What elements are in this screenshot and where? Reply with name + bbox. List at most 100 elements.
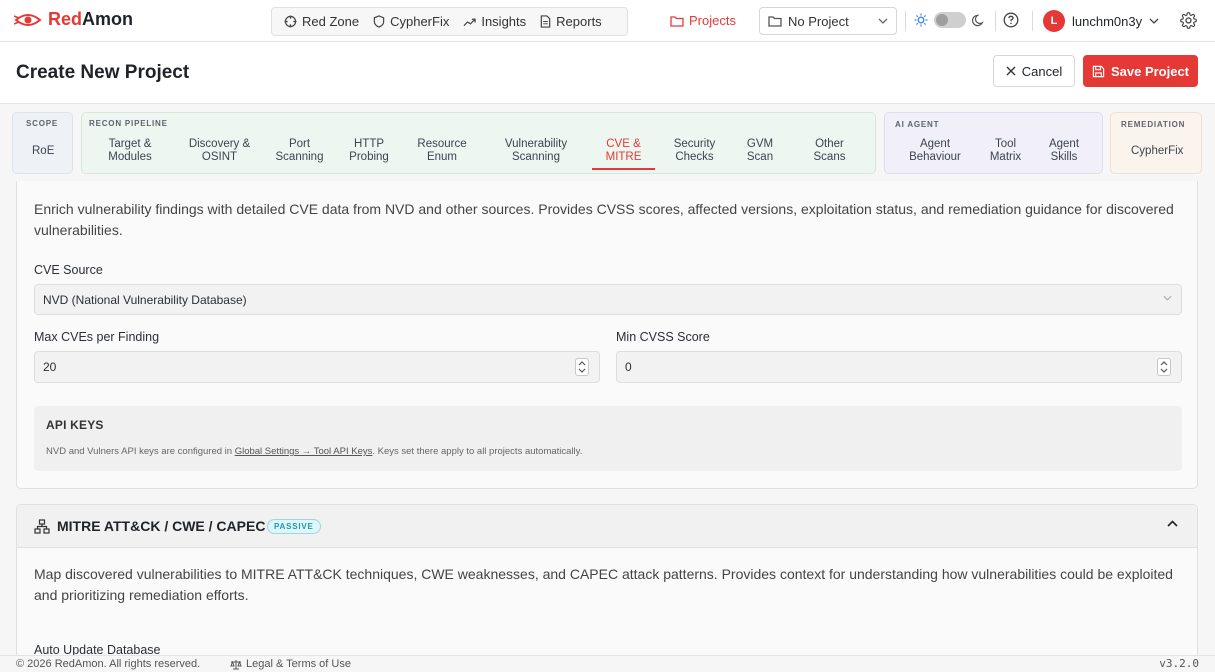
- user-menu[interactable]: L lunchm0n3y: [1043, 10, 1159, 32]
- tab-security-checks[interactable]: Security Checks: [667, 138, 722, 164]
- tab-label-line: Skills: [1050, 151, 1078, 163]
- tab-label-line: Probing: [349, 151, 389, 163]
- file-text-icon: [540, 15, 551, 28]
- tab-label-line: Tool: [994, 138, 1017, 150]
- max-cves-label: Max CVEs per Finding: [34, 330, 160, 344]
- close-icon: [1006, 66, 1016, 76]
- tab-http-probing[interactable]: HTTP Probing: [344, 138, 394, 164]
- shield-icon: [373, 15, 385, 28]
- nav-cypherfix[interactable]: CypherFix: [373, 14, 449, 29]
- main-content[interactable]: Enrich vulnerability findings with detai…: [0, 181, 1215, 655]
- tab-label-line: MITRE: [605, 151, 642, 163]
- theme-switcher: [914, 12, 985, 28]
- tab-vulnerability-scanning[interactable]: Vulnerability Scanning: [496, 138, 576, 164]
- folder-icon: [670, 15, 684, 27]
- avatar: L: [1043, 10, 1065, 32]
- auto-update-label: Auto Update Database: [34, 643, 161, 655]
- chevron-up-icon[interactable]: [1167, 520, 1178, 527]
- tab-cypherfix[interactable]: CypherFix: [1131, 145, 1183, 158]
- mitre-card-header[interactable]: MITRE ATT&CK / CWE / CAPEC PASSIVE: [17, 505, 1197, 548]
- max-cves-value: 20: [43, 360, 57, 374]
- tab-discovery-osint[interactable]: Discovery & OSINT: [182, 138, 257, 164]
- passive-badge: PASSIVE: [267, 519, 321, 534]
- tab-resource-enum[interactable]: Resource Enum: [412, 138, 472, 164]
- tab-label-line: Security: [673, 138, 716, 150]
- save-project-button[interactable]: Save Project: [1083, 55, 1198, 87]
- tab-group-label: AI AGENT: [895, 120, 940, 129]
- tab-label-line: Matrix: [989, 151, 1022, 163]
- page-header: Create New Project Cancel Save Project: [0, 42, 1215, 104]
- mitre-description: Map discovered vulnerabilities to MITRE …: [34, 566, 1173, 603]
- tab-label-line: Target &: [108, 138, 152, 150]
- nav-reports-label: Reports: [556, 14, 602, 29]
- chevron-down-icon: [1163, 295, 1172, 301]
- app-version: v3.2.0: [1159, 657, 1199, 670]
- chevron-down-icon: [1149, 18, 1159, 24]
- nav-divider: [995, 11, 996, 31]
- nav-cypherfix-label: CypherFix: [390, 14, 450, 29]
- max-cves-input[interactable]: 20: [34, 351, 600, 383]
- gear-icon[interactable]: [1180, 12, 1197, 29]
- tab-group-label: RECON PIPELINE: [89, 119, 168, 128]
- tab-group-remediation: REMEDIATION CypherFix: [1110, 112, 1202, 174]
- sun-icon[interactable]: [914, 13, 928, 27]
- tab-other-scans[interactable]: Other Scans: [807, 138, 852, 164]
- cancel-button-label: Cancel: [1021, 63, 1063, 79]
- tab-cve-mitre[interactable]: CVE & MITRE: [592, 138, 655, 170]
- nav-red-zone-label: Red Zone: [302, 14, 360, 29]
- tab-port-scanning[interactable]: Port Scanning: [272, 138, 327, 164]
- tab-label-line: Port: [288, 138, 311, 150]
- tab-label-line: Scanning: [275, 151, 324, 163]
- tab-label-line: Vulnerability: [504, 138, 568, 150]
- tab-agent-skills[interactable]: Agent Skills: [1043, 138, 1085, 164]
- chevron-down-icon: [878, 18, 888, 24]
- tab-label-line: Agent: [1048, 138, 1080, 150]
- trending-up-icon: [463, 17, 477, 27]
- projects-link-label: Projects: [689, 13, 736, 28]
- tab-gvm-scan[interactable]: GVM Scan: [740, 138, 780, 164]
- mitre-card: MITRE ATT&CK / CWE / CAPEC PASSIVE Map d…: [16, 504, 1198, 655]
- mitre-card-title: MITRE ATT&CK / CWE / CAPEC: [57, 518, 266, 534]
- scale-icon: [230, 659, 242, 670]
- nav-red-zone[interactable]: Red Zone: [284, 14, 359, 29]
- cancel-button[interactable]: Cancel: [993, 55, 1075, 87]
- tab-roe[interactable]: RoE: [32, 145, 54, 158]
- number-stepper[interactable]: [575, 358, 589, 376]
- global-settings-link[interactable]: Global Settings → Tool API Keys: [235, 446, 373, 457]
- tab-label-line: HTTP: [353, 138, 385, 150]
- save-button-label: Save Project: [1110, 63, 1190, 79]
- tab-group-label: REMEDIATION: [1121, 120, 1186, 129]
- cve-source-value: NVD (National Vulnerability Database): [43, 292, 247, 307]
- nav-reports[interactable]: Reports: [540, 14, 602, 29]
- legal-link[interactable]: Legal & Terms of Use: [230, 658, 351, 670]
- min-cvss-input[interactable]: 0: [616, 351, 1182, 383]
- tab-label-line: Scans: [813, 151, 846, 163]
- number-stepper[interactable]: [1157, 358, 1171, 376]
- projects-link[interactable]: Projects: [670, 13, 736, 28]
- tab-label-line: Scanning: [512, 151, 560, 163]
- min-cvss-value: 0: [625, 360, 632, 374]
- nav-insights-label: Insights: [481, 14, 527, 29]
- tab-agent-behaviour[interactable]: Agent Behaviour: [905, 138, 965, 164]
- folder-icon: [768, 15, 782, 27]
- tab-target-modules[interactable]: Target & Modules: [100, 138, 160, 164]
- tab-group-label: SCOPE: [26, 119, 59, 128]
- tab-label-line: Enum: [426, 151, 458, 163]
- project-select[interactable]: No Project: [759, 7, 897, 35]
- cve-description: Enrich vulnerability findings with detai…: [34, 201, 1174, 238]
- tab-tool-matrix[interactable]: Tool Matrix: [983, 138, 1028, 164]
- main-nav: Red Zone CypherFix Insights Reports: [271, 7, 628, 36]
- min-cvss-label: Min CVSS Score: [616, 330, 710, 344]
- project-select-value: No Project: [788, 13, 849, 29]
- nav-insights[interactable]: Insights: [463, 14, 526, 29]
- cve-source-select[interactable]: NVD (National Vulnerability Database): [34, 284, 1182, 315]
- tab-label-line: Modules: [108, 151, 152, 163]
- help-circle-icon[interactable]: [1003, 12, 1019, 28]
- network-icon: [34, 519, 50, 534]
- crosshair-icon: [284, 15, 297, 28]
- app-logo[interactable]: RedAmon: [14, 9, 133, 30]
- theme-toggle[interactable]: [934, 12, 966, 28]
- moon-icon[interactable]: [972, 14, 985, 27]
- app-name: RedAmon: [48, 9, 134, 29]
- tab-label-line: Other: [815, 138, 844, 150]
